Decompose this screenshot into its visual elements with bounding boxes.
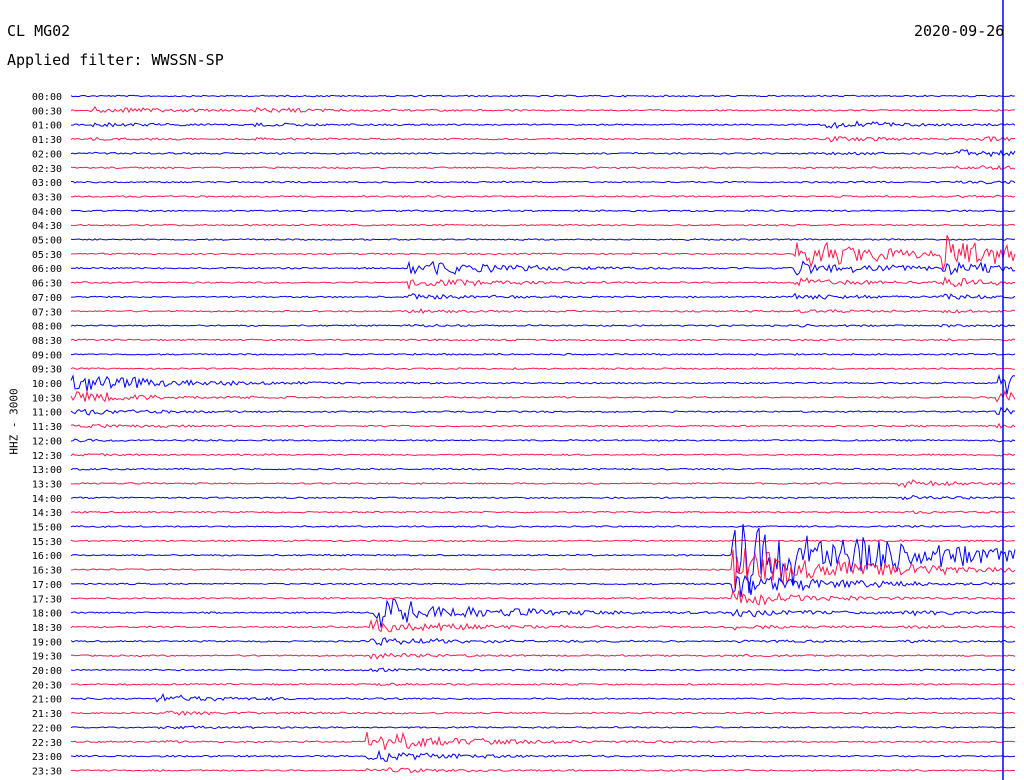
seismic-trace (70, 523, 1016, 594)
row-time-label: 13:30 (32, 479, 62, 490)
seismic-trace (70, 637, 1016, 647)
row-time-label: 15:30 (32, 537, 62, 548)
seismic-trace (70, 373, 1016, 395)
seismic-trace (70, 406, 1016, 416)
row-time-label: 10:00 (32, 379, 62, 390)
seismic-trace (70, 94, 1016, 98)
row-time-label: 22:00 (32, 723, 62, 734)
row-time-label: 12:30 (32, 451, 62, 462)
seismic-trace (70, 494, 1016, 501)
row-time-label: 00:30 (32, 106, 62, 117)
row-time-label: 17:30 (32, 594, 62, 605)
seismic-trace (70, 617, 1016, 633)
seismic-trace (70, 352, 1016, 356)
seismic-trace (70, 453, 1016, 457)
seismic-trace (70, 749, 1016, 762)
row-time-label: 17:00 (32, 580, 62, 591)
row-time-label: 05:30 (32, 250, 62, 261)
seismic-trace (70, 275, 1016, 291)
seismic-trace (70, 510, 1016, 514)
record-date: 2020-09-26 (914, 22, 1005, 40)
row-time-label: 22:30 (32, 738, 62, 749)
row-time-label: 11:30 (32, 422, 62, 433)
row-time-label: 04:30 (32, 221, 62, 232)
row-time-label: 16:00 (32, 551, 62, 562)
row-time-label: 20:30 (32, 680, 62, 691)
row-time-label: 09:00 (32, 350, 62, 361)
seismic-trace (70, 574, 1016, 598)
seismic-trace (70, 652, 1016, 660)
seismic-trace (70, 292, 1016, 301)
row-time-label: 21:30 (32, 709, 62, 720)
row-time-label: 21:00 (32, 695, 62, 706)
seismic-trace (70, 338, 1016, 342)
row-time-label: 23:30 (32, 766, 62, 777)
station-code: CL MG02 (7, 22, 71, 40)
seismic-trace (70, 135, 1016, 143)
row-time-label: 01:30 (32, 135, 62, 146)
row-time-label: 06:30 (32, 279, 62, 290)
seismic-trace (70, 422, 1016, 429)
seismic-trace (70, 767, 1016, 774)
channel-axis-label: HHZ - 3000 (7, 388, 21, 455)
row-time-label: 02:00 (32, 149, 62, 160)
row-time-label: 14:00 (32, 494, 62, 505)
row-time-label: 23:00 (32, 752, 62, 763)
seismic-trace (70, 238, 1016, 241)
row-time-label: 19:30 (32, 652, 62, 663)
row-time-label: 12:00 (32, 436, 62, 447)
seismic-trace (70, 467, 1016, 471)
seismic-trace (70, 731, 1016, 751)
seismic-trace (70, 194, 1016, 199)
seismic-trace (70, 725, 1016, 730)
row-time-label: 18:00 (32, 609, 62, 620)
applied-filter: Applied filter: WWSSN-SP (7, 51, 224, 69)
row-time-label: 04:00 (32, 207, 62, 218)
row-time-label: 02:30 (32, 164, 62, 175)
seismic-trace (70, 165, 1016, 171)
row-time-label: 07:00 (32, 293, 62, 304)
seismic-trace (70, 682, 1016, 687)
row-time-label: 03:00 (32, 178, 62, 189)
seismic-trace (70, 524, 1016, 528)
seismic-trace (70, 539, 1016, 543)
seismic-trace (70, 438, 1016, 443)
seismic-trace (70, 209, 1016, 213)
row-time-label: 05:00 (32, 236, 62, 247)
row-time-label: 06:00 (32, 264, 62, 275)
seismic-trace (70, 120, 1016, 130)
row-time-label: 09:30 (32, 365, 62, 376)
row-time-label: 00:00 (32, 92, 62, 103)
seismogram-plot: 00:00 00:30 01:00 01:30 02:00 02:30 03:00 03:30… (32, 0, 1016, 780)
row-time-label: 08:30 (32, 336, 62, 347)
seismic-trace (70, 589, 1016, 606)
seismic-trace (70, 323, 1016, 328)
seismic-trace (70, 389, 1016, 403)
row-time-label: 20:00 (32, 666, 62, 677)
seismic-trace (70, 693, 1016, 703)
seismic-trace (70, 598, 1016, 628)
seismic-trace (70, 260, 1016, 276)
row-time-label: 07:30 (32, 307, 62, 318)
seismic-trace (70, 667, 1016, 673)
seismic-trace (70, 710, 1016, 717)
row-time-label: 15:00 (32, 523, 62, 534)
row-time-label: 11:00 (32, 408, 62, 419)
row-time-label: 10:30 (32, 393, 62, 404)
seismic-trace (70, 105, 1016, 114)
seismic-trace (70, 180, 1016, 185)
row-time-label: 01:00 (32, 121, 62, 132)
row-time-label: 19:00 (32, 637, 62, 648)
row-time-label: 08:00 (32, 322, 62, 333)
row-time-label: 18:30 (32, 623, 62, 634)
seismic-trace (70, 367, 1016, 371)
row-time-label: 13:00 (32, 465, 62, 476)
seismic-trace (70, 149, 1016, 158)
row-time-label: 14:30 (32, 508, 62, 519)
row-time-label: 16:30 (32, 566, 62, 577)
seismic-trace (70, 479, 1016, 489)
seismic-trace (70, 308, 1016, 315)
seismic-trace (70, 223, 1016, 227)
row-time-label: 03:30 (32, 192, 62, 203)
